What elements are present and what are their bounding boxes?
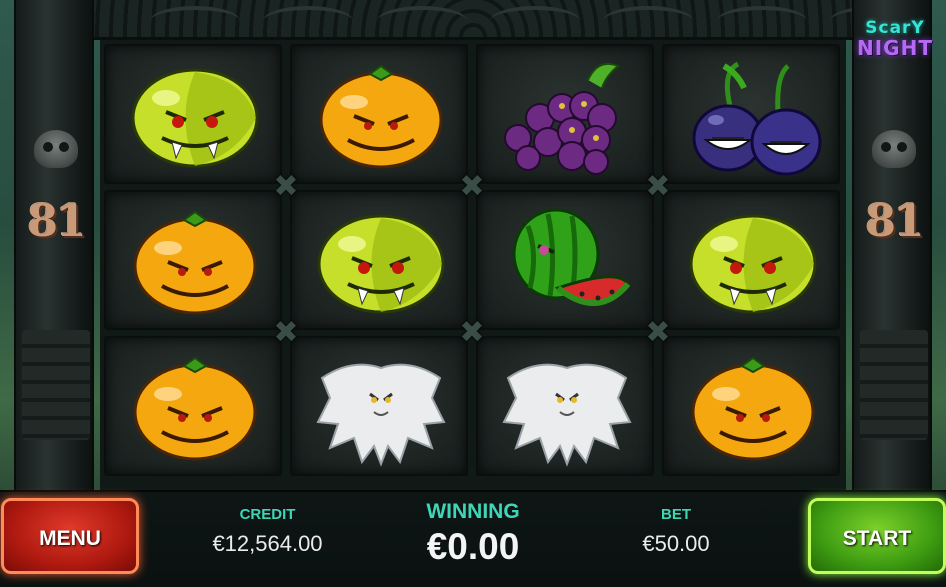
winning-value: €0.00 xyxy=(426,526,520,567)
credit-label: CREDIT xyxy=(239,506,296,523)
lemon-symbol-icon xyxy=(292,192,470,332)
bet-label: BET xyxy=(661,506,691,523)
left-pillar: 81 xyxy=(14,0,94,500)
skull-icon xyxy=(34,130,78,168)
top-gothic-arch xyxy=(60,0,920,40)
left-pillar-base xyxy=(22,330,90,440)
reel-cell xyxy=(476,336,654,476)
cross-connector-icon: ✖ xyxy=(273,169,299,204)
reel-cell xyxy=(662,44,840,184)
orange-symbol-icon xyxy=(106,192,284,332)
winning-meter: WINNING €0.00 xyxy=(390,500,556,568)
game-scene: 81 81 ScarY NIGHT ✖ ✖ ✖ ✖ ✖ ✖ MENU CREDI… xyxy=(0,0,946,587)
cross-connector-icon: ✖ xyxy=(459,169,485,204)
cross-connector-icon: ✖ xyxy=(459,315,485,350)
reel-cell xyxy=(662,336,840,476)
plums-symbol-icon xyxy=(664,46,842,186)
reel-cell xyxy=(104,44,282,184)
reel-cell xyxy=(290,44,468,184)
reel-cell xyxy=(290,336,468,476)
game-logo: ScarY NIGHT xyxy=(850,18,940,84)
reel-cell xyxy=(476,190,654,330)
skull-icon xyxy=(872,130,916,168)
grapes-symbol-icon xyxy=(478,46,656,186)
cross-connector-icon: ✖ xyxy=(645,315,671,350)
right-pillar-base xyxy=(860,330,928,440)
menu-button[interactable]: MENU xyxy=(1,498,139,574)
right-line-count: 81 xyxy=(865,196,924,247)
orange-symbol-icon xyxy=(292,46,470,186)
reel-grid: ✖ ✖ ✖ ✖ ✖ ✖ xyxy=(100,40,846,490)
ghost-symbol-icon xyxy=(478,338,656,478)
logo-line-1: ScarY xyxy=(865,18,925,38)
cross-connector-icon: ✖ xyxy=(645,169,671,204)
lemon-symbol-icon xyxy=(106,46,284,186)
cross-connector-icon: ✖ xyxy=(273,315,299,350)
credit-meter: CREDIT €12,564.00 xyxy=(190,506,345,557)
reel-cell xyxy=(476,44,654,184)
orange-symbol-icon xyxy=(664,338,842,478)
reel-cell xyxy=(290,190,468,330)
start-button[interactable]: START xyxy=(808,498,946,574)
bet-meter: BET €50.00 xyxy=(606,506,746,557)
credit-value: €12,564.00 xyxy=(212,531,323,556)
orange-symbol-icon xyxy=(106,338,284,478)
reel-cell xyxy=(104,190,282,330)
reel-cell xyxy=(662,190,840,330)
ghost-symbol-icon xyxy=(292,338,470,478)
logo-line-2: NIGHT xyxy=(857,36,933,60)
bet-value: €50.00 xyxy=(642,531,710,556)
left-line-count: 81 xyxy=(27,196,86,247)
watermelon-symbol-icon xyxy=(478,192,656,332)
lemon-symbol-icon xyxy=(664,192,842,332)
reel-cell xyxy=(104,336,282,476)
winning-label: WINNING xyxy=(426,500,520,523)
